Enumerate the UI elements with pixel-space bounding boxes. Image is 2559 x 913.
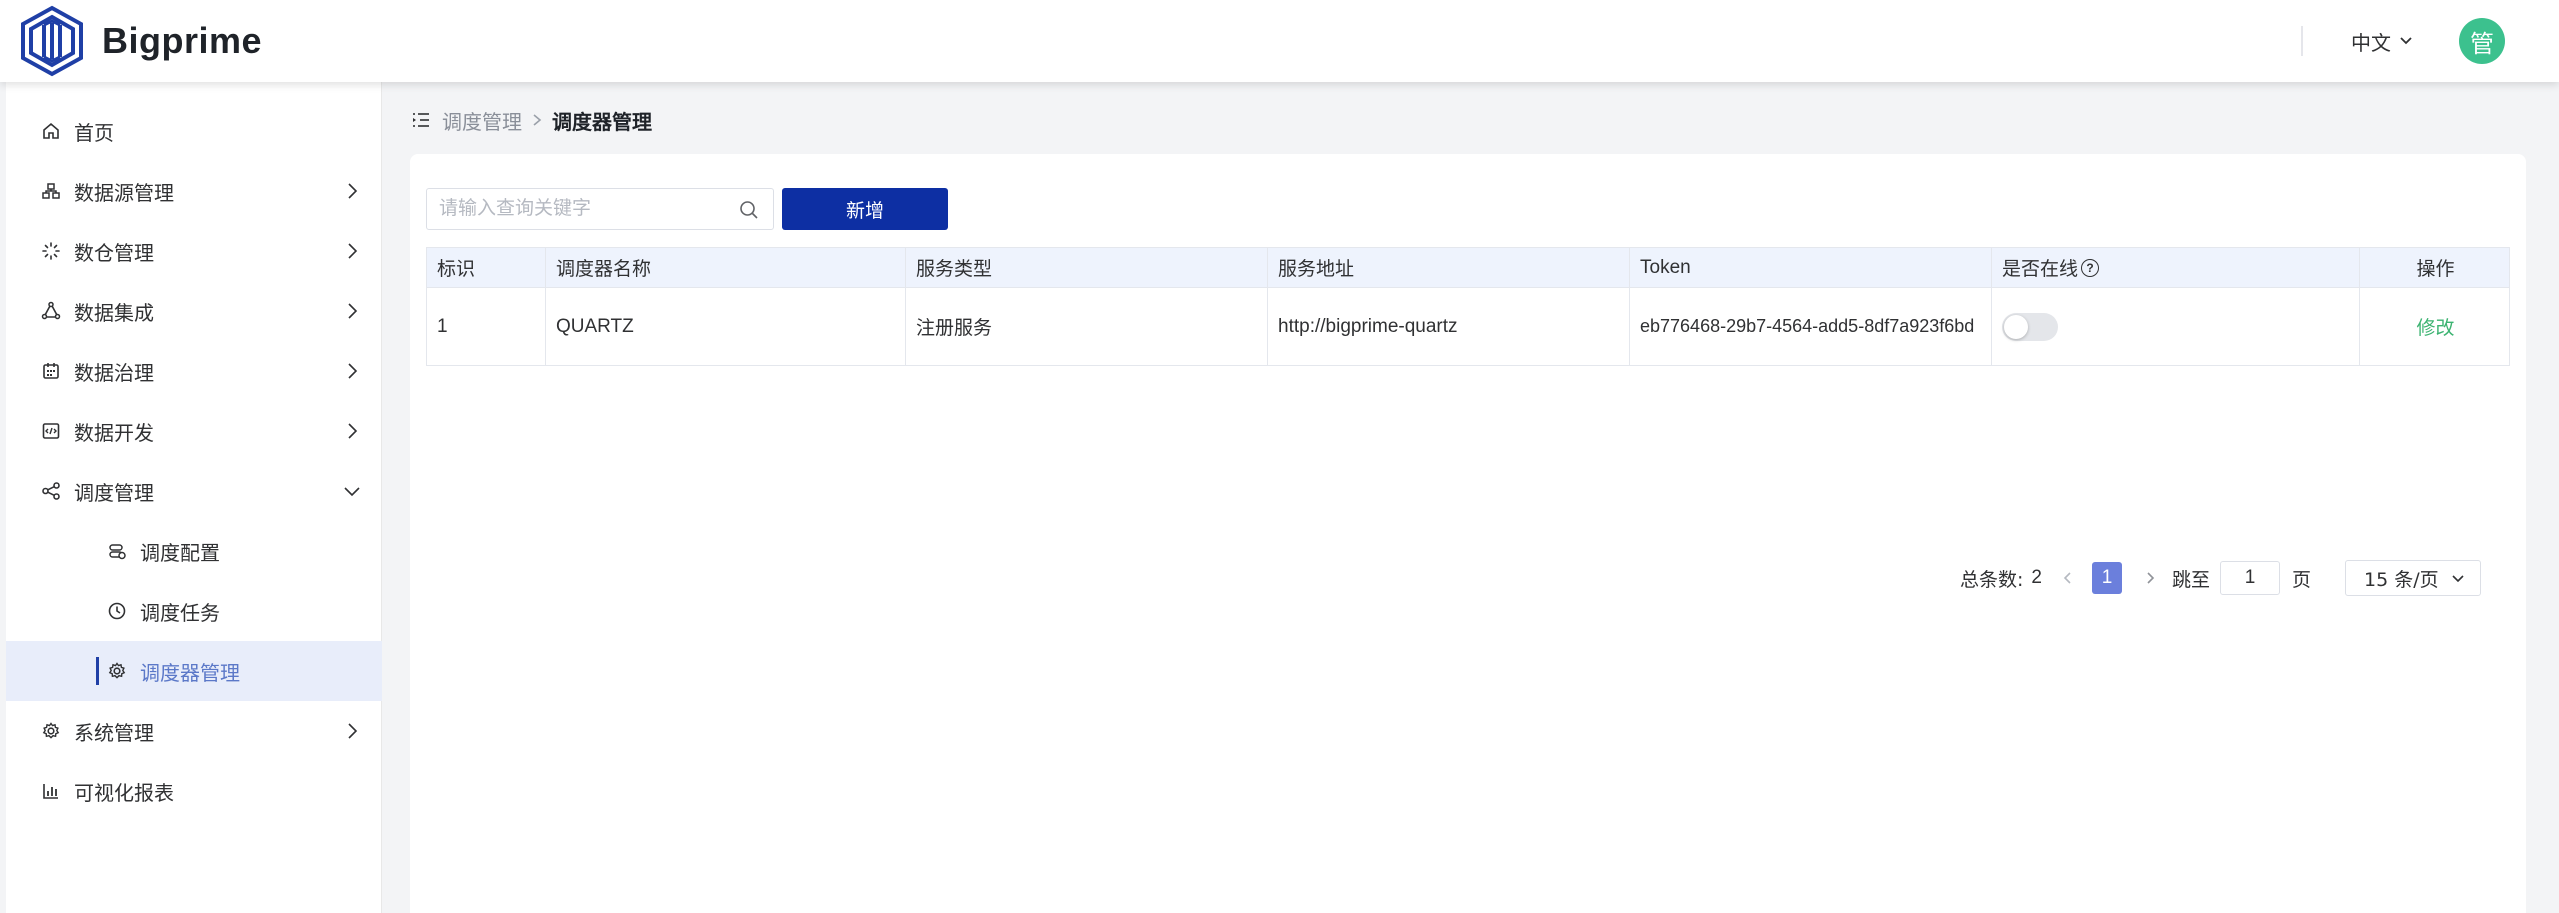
table-row[interactable]: 1 QUARTZ 注册服务 http://bigprime-quartz eb7… xyxy=(427,288,2509,365)
jump-label: 跳至 xyxy=(2171,568,2210,591)
sidebar-item-label: 数据治理 xyxy=(74,360,154,385)
column-header-address[interactable]: 服务地址 xyxy=(1268,248,1630,287)
column-header-service-type[interactable]: 服务类型 xyxy=(906,248,1268,287)
chevron-down-icon xyxy=(344,487,360,497)
sidebar-item-label: 可视化报表 xyxy=(74,780,174,805)
scheduler-table: 标识 调度器名称 服务类型 服务地址 Token 是否在线 ? 操作 1 QUA… xyxy=(426,247,2510,366)
config-icon xyxy=(106,540,128,562)
brand-name: Bigprime xyxy=(102,20,263,61)
menu-fold-icon[interactable] xyxy=(412,111,430,129)
chevron-right-icon[interactable] xyxy=(2142,570,2158,586)
column-header-token[interactable]: Token xyxy=(1630,248,1992,287)
home-icon xyxy=(40,120,62,142)
sidebar-subitem-schedule-config[interactable]: 调度配置 xyxy=(6,521,382,581)
total-label: 总条数: xyxy=(1960,568,2024,591)
bigprime-logo-icon xyxy=(21,5,83,77)
gear-icon xyxy=(106,660,128,682)
page-unit-label: 页 xyxy=(2292,568,2312,591)
column-header-online-label: 是否在线 xyxy=(2002,258,2079,280)
edit-link[interactable]: 修改 xyxy=(2416,313,2454,340)
sidebar-item-label: 数据源管理 xyxy=(74,180,174,205)
chevron-down-icon xyxy=(2400,37,2412,45)
online-toggle[interactable] xyxy=(2002,312,2058,341)
chevron-right-icon xyxy=(348,363,358,379)
content-card: 新增 标识 调度器名称 服务类型 服务地址 Token 是否在线 ? 操作 1 … xyxy=(410,154,2526,913)
breadcrumb: 调度管理 调度器管理 xyxy=(412,104,652,136)
sidebar-item-home[interactable]: 首页 xyxy=(6,101,382,161)
add-button[interactable]: 新增 xyxy=(782,188,948,230)
sidebar-item-label: 数仓管理 xyxy=(74,240,154,265)
sidebar-subitem-scheduler-manage[interactable]: 调度器管理 xyxy=(6,641,382,701)
sidebar-item-label: 数据集成 xyxy=(74,300,154,325)
header-right: 中文 管 xyxy=(2301,0,2505,82)
cell-id: 1 xyxy=(427,288,546,365)
column-header-action: 操作 xyxy=(2416,258,2455,280)
sidebar-item-label: 首页 xyxy=(74,120,114,145)
clock-icon xyxy=(106,600,128,622)
cell-online xyxy=(1992,288,2360,365)
sidebar-item-reports[interactable]: 可视化报表 xyxy=(6,761,382,821)
sidebar: 首页 数据源管理 数仓管理 数据集成 数据治理 数据开发 调度管理 调度配置 调… xyxy=(6,82,382,913)
code-icon xyxy=(40,420,62,442)
warehouse-icon xyxy=(40,240,62,262)
chevron-left-icon[interactable] xyxy=(2060,570,2076,586)
top-header: Bigprime 中文 管 xyxy=(0,0,2559,82)
table-header: 标识 调度器名称 服务类型 服务地址 Token 是否在线 ? 操作 xyxy=(427,248,2509,288)
column-header-online[interactable]: 是否在线 ? xyxy=(1992,248,2360,287)
sidebar-item-warehouse[interactable]: 数仓管理 xyxy=(6,221,382,281)
total-count: 2 xyxy=(2031,567,2042,588)
pagination: 总条数: 2 1 跳至 页 15 条/页 xyxy=(1960,560,2482,596)
column-header-id[interactable]: 标识 xyxy=(427,248,546,287)
breadcrumb-parent[interactable]: 调度管理 xyxy=(442,106,522,135)
breadcrumb-current: 调度器管理 xyxy=(552,109,652,134)
sidebar-item-governance[interactable]: 数据治理 xyxy=(6,341,382,401)
page-size-select[interactable]: 15 条/页 xyxy=(2345,560,2482,596)
question-circle-icon[interactable]: ? xyxy=(2081,258,2100,277)
language-label: 中文 xyxy=(2351,30,2391,55)
gear-icon xyxy=(40,720,62,742)
sidebar-item-label: 调度配置 xyxy=(140,540,220,565)
sidebar-item-datasource[interactable]: 数据源管理 xyxy=(6,161,382,221)
sidebar-item-development[interactable]: 数据开发 xyxy=(6,401,382,461)
search-icon[interactable] xyxy=(738,199,760,221)
active-indicator xyxy=(96,657,99,685)
sidebar-item-label: 数据开发 xyxy=(74,420,154,445)
sidebar-item-label: 调度管理 xyxy=(74,480,154,505)
governance-icon xyxy=(40,360,62,382)
sidebar-item-label: 调度器管理 xyxy=(140,660,240,685)
sidebar-item-label: 系统管理 xyxy=(74,720,154,745)
toggle-knob xyxy=(2004,314,2028,339)
language-selector[interactable]: 中文 xyxy=(2351,27,2413,56)
sidebar-item-system[interactable]: 系统管理 xyxy=(6,701,382,761)
page-number-active[interactable]: 1 xyxy=(2091,562,2122,594)
cell-action: 修改 xyxy=(2360,288,2511,365)
chevron-right-icon xyxy=(348,183,358,199)
bar-chart-icon xyxy=(40,780,62,802)
avatar[interactable]: 管 xyxy=(2459,18,2505,64)
chevron-right-icon xyxy=(348,243,358,259)
share-icon xyxy=(40,480,62,502)
search-input[interactable] xyxy=(426,188,774,230)
sidebar-item-scheduling[interactable]: 调度管理 xyxy=(6,461,382,521)
chevron-right-icon xyxy=(533,114,542,126)
chevron-right-icon xyxy=(348,723,358,739)
cell-service-type: 注册服务 xyxy=(906,288,1268,365)
chevron-right-icon xyxy=(348,303,358,319)
datasource-icon xyxy=(40,180,62,202)
header-divider xyxy=(2301,26,2303,56)
sidebar-item-integration[interactable]: 数据集成 xyxy=(6,281,382,341)
integration-icon xyxy=(40,300,62,322)
cell-token: eb776468-29b7-4564-add5-8df7a923f6bd xyxy=(1630,288,1992,365)
sidebar-item-label: 调度任务 xyxy=(140,600,220,625)
column-header-name[interactable]: 调度器名称 xyxy=(546,248,906,287)
cell-name: QUARTZ xyxy=(546,288,906,365)
chevron-right-icon xyxy=(348,423,358,439)
page-size-value: 15 条/页 xyxy=(2364,568,2439,591)
chevron-down-icon xyxy=(2452,575,2464,583)
page-jump-input[interactable] xyxy=(2220,561,2280,595)
sidebar-subitem-schedule-task[interactable]: 调度任务 xyxy=(6,581,382,641)
cell-address: http://bigprime-quartz xyxy=(1268,288,1630,365)
logo[interactable]: Bigprime xyxy=(18,5,262,77)
